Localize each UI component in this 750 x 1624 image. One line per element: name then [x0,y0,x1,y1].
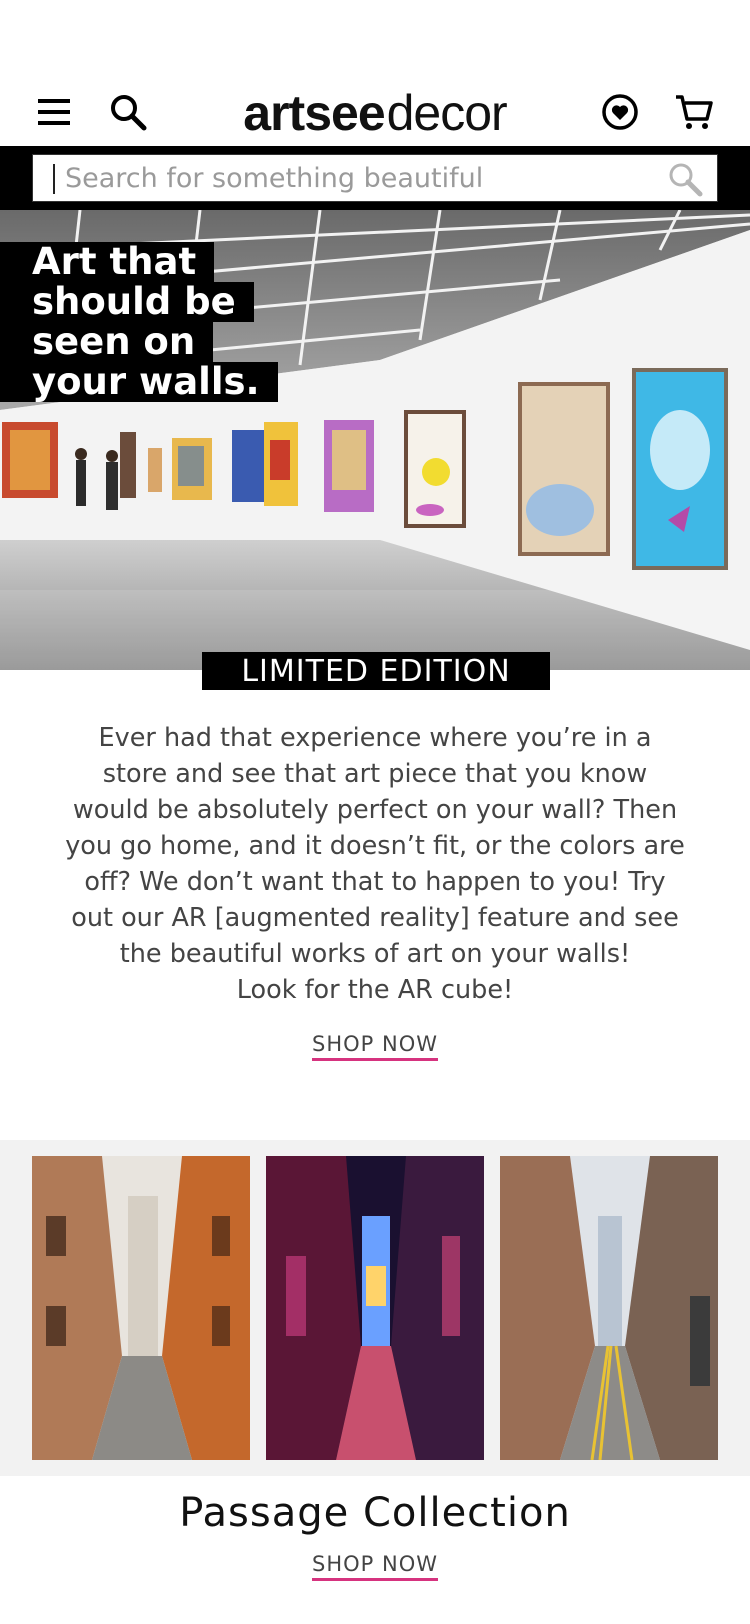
intro-line: store and see that art piece that you kn… [102,759,648,789]
hero-banner[interactable]: Art that should be seen on your walls. [0,210,750,670]
intro-paragraph: Ever had that experience where you’re in… [36,720,714,1008]
collection-image-1[interactable] [32,1156,250,1460]
collection-title: Passage Collection [179,1490,571,1536]
limited-edition-badge: LIMITED EDITION [202,652,550,690]
intro-line: Ever had that experience where you’re in… [98,723,652,753]
heart-circle-icon[interactable] [598,90,642,134]
logo-bold-text: artsee [243,85,385,141]
hero-headline-line: your walls. [0,362,278,402]
search-input[interactable] [65,155,665,201]
collection-shop-now-link[interactable]: SHOP NOW [312,1552,438,1581]
search-submit-icon[interactable] [665,159,705,199]
collection-shop-now-container: SHOP NOW [0,1552,750,1581]
shop-now-link-container: SHOP NOW [0,1032,750,1061]
search-box [32,154,718,202]
intro-line: the beautiful works of art on your walls… [119,939,631,969]
intro-line: you go home, and it doesn’t fit, or the … [65,831,685,861]
collection-gallery [0,1140,750,1476]
hero-headline-line: seen on [0,322,214,362]
logo-light-text: decor [386,85,508,141]
search-bar [0,146,750,210]
collection-image-3[interactable] [500,1156,718,1460]
shop-now-link[interactable]: SHOP NOW [312,1032,438,1061]
top-header: artsee decor [0,80,750,146]
hero-headline-line: Art that [0,242,215,282]
hero-headline-line: should be [0,282,254,322]
intro-line: out our AR [augmented reality] feature a… [71,903,679,933]
intro-line: Look for the AR cube! [236,975,514,1005]
text-cursor [53,164,55,194]
intro-line: off? We don’t want that to happen to you… [84,867,666,897]
intro-line: would be absolutely perfect on your wall… [72,795,678,825]
hero-headline: Art that should be seen on your walls. [0,242,278,402]
collection-image-2[interactable] [266,1156,484,1460]
cart-icon[interactable] [672,90,716,134]
